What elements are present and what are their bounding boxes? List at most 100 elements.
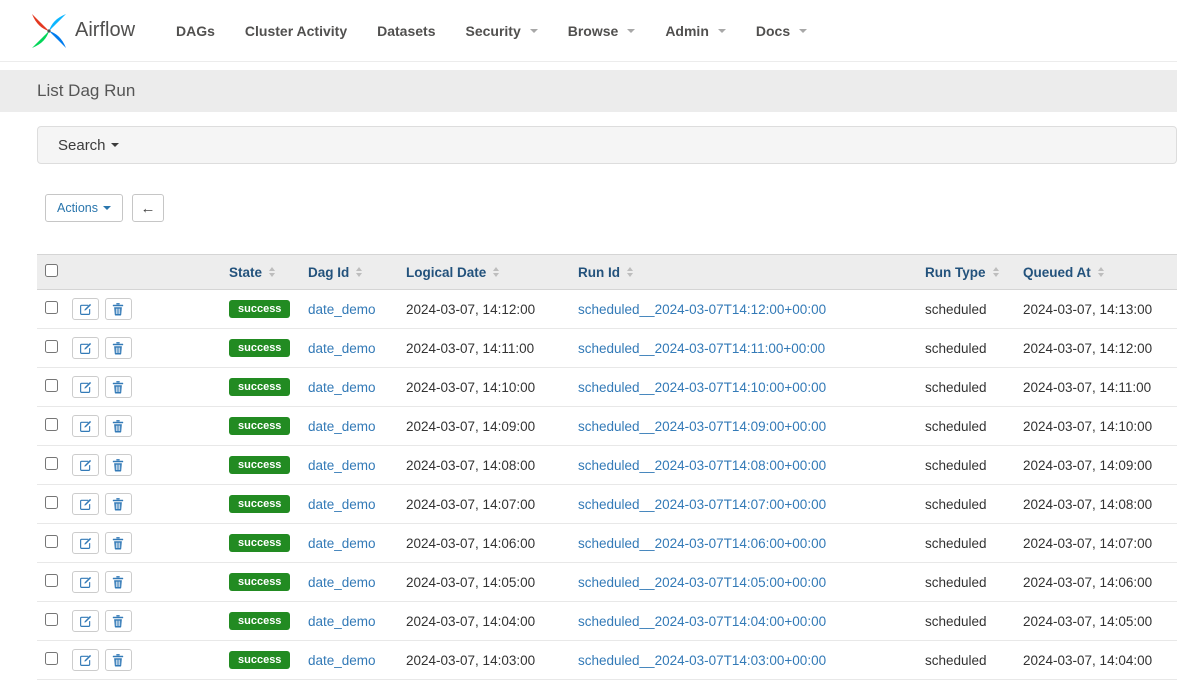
nav-item-dags[interactable]: DAGs (161, 13, 230, 49)
dag-id-link[interactable]: date_demo (308, 341, 376, 356)
sort-icon (493, 267, 499, 277)
select-all-checkbox[interactable] (45, 264, 58, 277)
dag-id-link[interactable]: date_demo (308, 458, 376, 473)
delete-record-button[interactable] (105, 376, 132, 398)
delete-record-button[interactable] (105, 337, 132, 359)
queued-at-value: 2024-03-07, 14:05:00 (1023, 614, 1152, 629)
table-row: success date_demo 2024-03-07, 14:07:00 s… (37, 485, 1177, 524)
dag-id-link[interactable]: date_demo (308, 575, 376, 590)
sort-icon (627, 267, 633, 277)
run-id-link[interactable]: scheduled__2024-03-07T14:03:00+00:00 (578, 653, 826, 668)
toolbar: Actions ← (45, 194, 1177, 222)
run-id-link[interactable]: scheduled__2024-03-07T14:12:00+00:00 (578, 302, 826, 317)
run-type-value: scheduled (925, 302, 987, 317)
row-checkbox[interactable] (45, 379, 58, 392)
delete-record-button[interactable] (105, 610, 132, 632)
row-checkbox[interactable] (45, 496, 58, 509)
row-checkbox[interactable] (45, 418, 58, 431)
trash-icon (112, 614, 124, 628)
nav-item-datasets[interactable]: Datasets (362, 13, 450, 49)
delete-record-button[interactable] (105, 532, 132, 554)
nav-item-admin[interactable]: Admin (650, 13, 741, 49)
delete-record-button[interactable] (105, 571, 132, 593)
edit-icon (79, 342, 92, 355)
row-checkbox[interactable] (45, 574, 58, 587)
dag-id-link[interactable]: date_demo (308, 497, 376, 512)
run-id-link[interactable]: scheduled__2024-03-07T14:09:00+00:00 (578, 419, 826, 434)
column-header-run-type[interactable]: Run Type (925, 265, 999, 280)
edit-icon (79, 459, 92, 472)
search-panel-toggle[interactable]: Search (37, 126, 1177, 164)
page-title: List Dag Run (37, 81, 135, 101)
run-id-link[interactable]: scheduled__2024-03-07T14:06:00+00:00 (578, 536, 826, 551)
row-checkbox[interactable] (45, 535, 58, 548)
run-type-value: scheduled (925, 380, 987, 395)
run-type-value: scheduled (925, 575, 987, 590)
brand-name: Airflow (75, 19, 135, 42)
trash-icon (112, 497, 124, 511)
logical-date-value: 2024-03-07, 14:12:00 (406, 302, 535, 317)
edit-icon (79, 498, 92, 511)
dag-id-link[interactable]: date_demo (308, 419, 376, 434)
dag-run-table: State Dag Id Logical Date Run Id Run Typ… (37, 254, 1177, 680)
edit-icon (79, 420, 92, 433)
run-id-link[interactable]: scheduled__2024-03-07T14:05:00+00:00 (578, 575, 826, 590)
edit-record-button[interactable] (72, 337, 99, 359)
column-header-logical-date[interactable]: Logical Date (406, 265, 499, 280)
run-id-link[interactable]: scheduled__2024-03-07T14:08:00+00:00 (578, 458, 826, 473)
sort-icon (269, 267, 275, 277)
back-button[interactable]: ← (132, 194, 164, 222)
edit-record-button[interactable] (72, 532, 99, 554)
row-checkbox[interactable] (45, 613, 58, 626)
edit-record-button[interactable] (72, 649, 99, 671)
column-header-queued-at[interactable]: Queued At (1023, 265, 1104, 280)
chevron-down-icon (794, 29, 807, 33)
edit-record-button[interactable] (72, 571, 99, 593)
column-header-run-id[interactable]: Run Id (578, 265, 633, 280)
row-checkbox[interactable] (45, 301, 58, 314)
dag-run-table-body: success date_demo 2024-03-07, 14:12:00 s… (37, 290, 1177, 680)
run-type-value: scheduled (925, 536, 987, 551)
actions-button[interactable]: Actions (45, 194, 123, 222)
dag-id-link[interactable]: date_demo (308, 536, 376, 551)
dag-id-link[interactable]: date_demo (308, 614, 376, 629)
delete-record-button[interactable] (105, 454, 132, 476)
edit-record-button[interactable] (72, 376, 99, 398)
delete-record-button[interactable] (105, 415, 132, 437)
queued-at-value: 2024-03-07, 14:08:00 (1023, 497, 1152, 512)
airflow-logo-icon (30, 12, 68, 50)
run-id-link[interactable]: scheduled__2024-03-07T14:07:00+00:00 (578, 497, 826, 512)
edit-record-button[interactable] (72, 493, 99, 515)
edit-record-button[interactable] (72, 454, 99, 476)
nav-item-cluster-activity[interactable]: Cluster Activity (230, 13, 362, 49)
column-header-dag-id[interactable]: Dag Id (308, 265, 362, 280)
edit-record-button[interactable] (72, 415, 99, 437)
delete-record-button[interactable] (105, 298, 132, 320)
nav-item-security[interactable]: Security (450, 13, 552, 49)
column-header-state[interactable]: State (229, 265, 275, 280)
run-id-link[interactable]: scheduled__2024-03-07T14:04:00+00:00 (578, 614, 826, 629)
logical-date-value: 2024-03-07, 14:11:00 (406, 341, 534, 356)
dag-id-link[interactable]: date_demo (308, 380, 376, 395)
trash-icon (112, 458, 124, 472)
dag-id-link[interactable]: date_demo (308, 653, 376, 668)
delete-record-button[interactable] (105, 649, 132, 671)
row-checkbox[interactable] (45, 652, 58, 665)
queued-at-value: 2024-03-07, 14:06:00 (1023, 575, 1152, 590)
nav-menu: DAGs Cluster Activity Datasets Security … (161, 13, 822, 49)
trash-icon (112, 341, 124, 355)
run-id-link[interactable]: scheduled__2024-03-07T14:11:00+00:00 (578, 341, 825, 356)
state-badge: success (229, 378, 290, 396)
delete-record-button[interactable] (105, 493, 132, 515)
dag-id-link[interactable]: date_demo (308, 302, 376, 317)
nav-item-docs[interactable]: Docs (741, 13, 822, 49)
row-checkbox[interactable] (45, 340, 58, 353)
run-id-link[interactable]: scheduled__2024-03-07T14:10:00+00:00 (578, 380, 826, 395)
nav-item-browse[interactable]: Browse (553, 13, 651, 49)
edit-record-button[interactable] (72, 610, 99, 632)
state-badge: success (229, 651, 290, 669)
state-badge: success (229, 612, 290, 630)
brand-link[interactable]: Airflow (30, 12, 135, 50)
edit-record-button[interactable] (72, 298, 99, 320)
row-checkbox[interactable] (45, 457, 58, 470)
